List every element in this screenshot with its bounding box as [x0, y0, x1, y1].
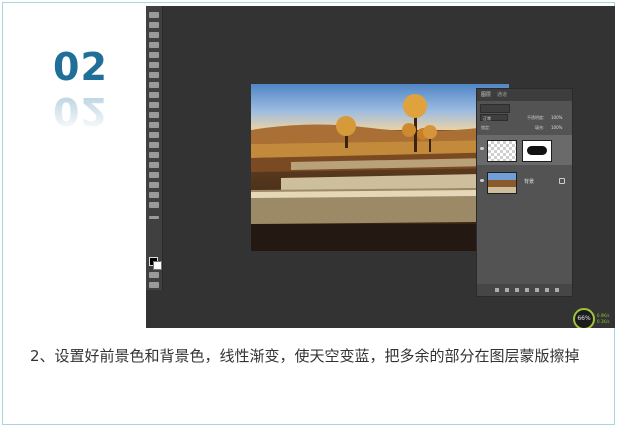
new-group-icon[interactable] [535, 288, 539, 292]
new-layer-icon[interactable] [545, 288, 549, 292]
layers-panel-tabs: 图层 通道 [477, 89, 572, 101]
adjustment-layer-icon[interactable] [525, 288, 529, 292]
quick-select-tool-icon[interactable] [149, 42, 159, 48]
layer-row-background[interactable]: 背景 [477, 167, 572, 197]
opacity-value[interactable]: 100% [551, 115, 562, 120]
performance-meter: 66% [573, 308, 595, 328]
step-number: 02 [53, 45, 108, 89]
quick-mask-icon[interactable] [149, 272, 159, 278]
brush-tool-icon[interactable] [149, 82, 159, 88]
eyedropper-tool-icon[interactable] [149, 62, 159, 68]
more-tools-icon[interactable] [149, 216, 159, 219]
blend-mode-select[interactable]: 正常 [480, 114, 508, 121]
lock-icon [559, 178, 565, 184]
screen-mode-icon[interactable] [149, 282, 159, 288]
canvas-photo[interactable] [251, 84, 509, 251]
fill-value[interactable]: 100% [551, 125, 562, 130]
visibility-eye-icon[interactable] [480, 179, 484, 182]
layers-panel: 图层 通道 正常 不透明度: 100% 锁定: 填充: 100% 背景 [476, 88, 573, 297]
layer-row-masked[interactable] [477, 135, 572, 165]
step-number-reflection: 02 [53, 89, 108, 133]
network-speed: 0.9K/s 0.1K/s [597, 313, 609, 325]
lasso-tool-icon[interactable] [149, 32, 159, 38]
tab-channels[interactable]: 通道 [497, 91, 507, 98]
layer-filter-select[interactable] [480, 104, 510, 113]
pen-tool-icon[interactable] [149, 152, 159, 158]
download-speed: 0.1K/s [597, 319, 610, 324]
hand-tool-icon[interactable] [149, 192, 159, 198]
fill-label: 填充: [535, 125, 545, 130]
add-mask-icon[interactable] [515, 288, 519, 292]
step-card: 02 02 图层 通道 正常 不透明度: 100% 锁定: 填充: 100% 背… [2, 2, 615, 425]
gradient-tool-icon[interactable] [149, 122, 159, 128]
history-brush-tool-icon[interactable] [149, 102, 159, 108]
layer-mask-thumbnail[interactable] [522, 140, 552, 162]
path-select-tool-icon[interactable] [149, 172, 159, 178]
healing-tool-icon[interactable] [149, 72, 159, 78]
tools-toolbar [146, 6, 163, 290]
layer-thumbnail [487, 172, 517, 194]
layers-panel-footer [477, 284, 572, 296]
step-caption: 2、设置好前景色和背景色，线性渐变，使天空变蓝，把多余的部分在图层蒙版擦掉 [30, 347, 580, 365]
layer-name: 背景 [524, 179, 535, 185]
layer-style-icon[interactable] [505, 288, 509, 292]
stamp-tool-icon[interactable] [149, 92, 159, 98]
opacity-label: 不透明度: [527, 115, 545, 120]
dodge-tool-icon[interactable] [149, 142, 159, 148]
blur-tool-icon[interactable] [149, 132, 159, 138]
lock-label: 锁定: [481, 125, 491, 130]
move-tool-icon[interactable] [149, 12, 159, 18]
visibility-eye-icon[interactable] [480, 147, 484, 150]
type-tool-icon[interactable] [149, 162, 159, 168]
marquee-tool-icon[interactable] [149, 22, 159, 28]
link-layers-icon[interactable] [495, 288, 499, 292]
background-color-swatch[interactable] [153, 261, 162, 270]
delete-layer-icon[interactable] [555, 288, 559, 292]
eraser-tool-icon[interactable] [149, 112, 159, 118]
zoom-tool-icon[interactable] [149, 202, 159, 208]
tab-layers[interactable]: 图层 [481, 91, 491, 98]
crop-tool-icon[interactable] [149, 52, 159, 58]
photoshop-screenshot: 图层 通道 正常 不透明度: 100% 锁定: 填充: 100% 背景 66% … [146, 6, 615, 328]
layer-thumbnail [487, 140, 517, 162]
shape-tool-icon[interactable] [149, 182, 159, 188]
